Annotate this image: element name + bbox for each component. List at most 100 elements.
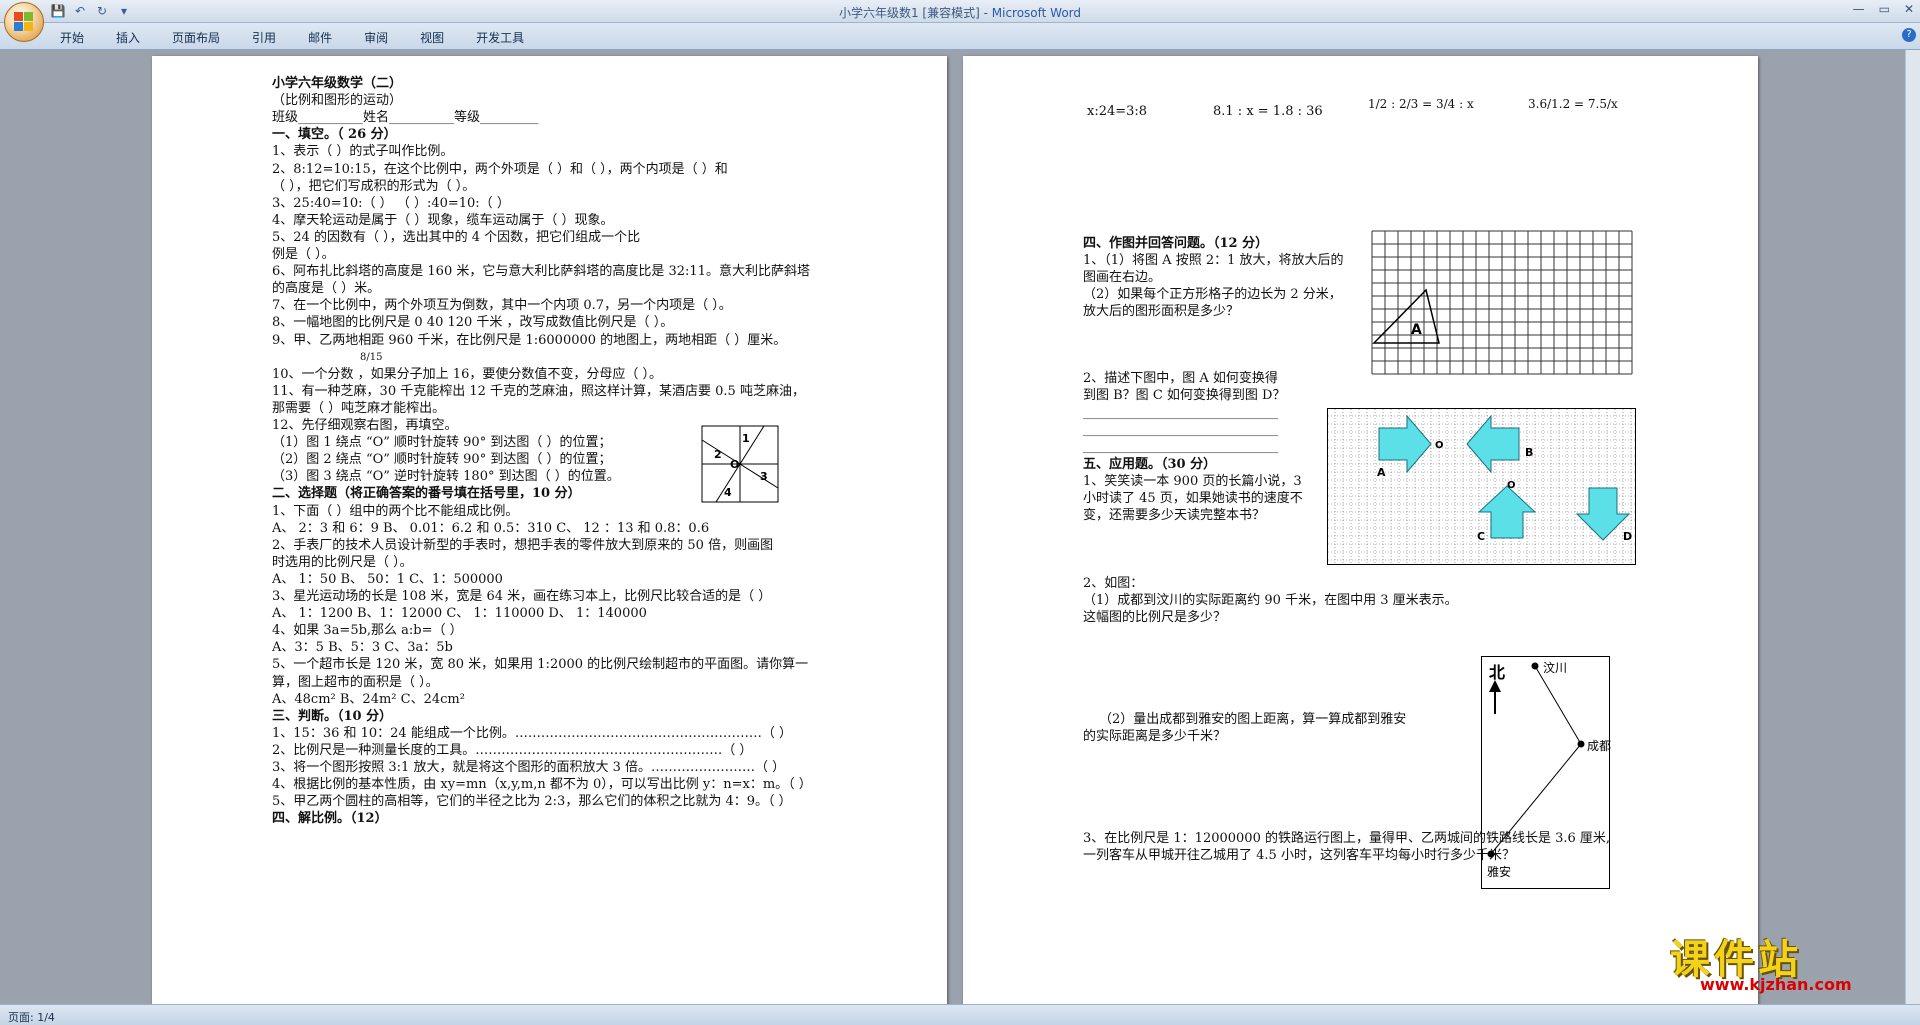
- worksheet-line: 3、25:40=10:（ ） （ ）:40=10:（ ）: [272, 195, 510, 211]
- worksheet-line: ______________________________: [1083, 422, 1278, 437]
- worksheet-line: A、48cm² B、24m² C、24cm²: [272, 691, 465, 707]
- svg-text:汶川: 汶川: [1543, 660, 1567, 675]
- worksheet-line: A、 2：3 和 6：9 B、 0.01：6.2 和 0.5：310 C、 12…: [272, 520, 710, 536]
- worksheet-line: 1、表示（ ）的式子叫作比例。: [272, 144, 454, 160]
- watermark-url: www.kjzhan.com: [1700, 975, 1852, 994]
- worksheet-line: 时选用的比例尺是（ ）。: [272, 554, 413, 570]
- worksheet-line: 四、解比例。（12）: [272, 811, 388, 827]
- worksheet-line: 4、根据比例的基本性质，由 xy=mn（x,y,m,n 都不为 0），可以写出比…: [272, 777, 812, 793]
- worksheet-line: 这幅图的比例尺是多少？: [1083, 610, 1227, 625]
- worksheet-line: 2、手表厂的技术人员设计新型的手表时，想把手表的零件放大到原来的 50 倍，则画…: [272, 537, 774, 553]
- worksheet-line: 2、如图：: [1083, 576, 1144, 591]
- office-button[interactable]: [4, 2, 44, 42]
- svg-text:O: O: [1507, 480, 1516, 491]
- close-button[interactable]: ✕: [1904, 2, 1914, 16]
- worksheet-line: 3、在比例尺是 1：12000000 的铁路运行图上，量得甲、乙两城间的铁路线长…: [1083, 831, 1611, 846]
- arrow-transform-figure: A O B O C D: [1327, 408, 1636, 565]
- svg-text:O: O: [730, 458, 739, 471]
- watermark-logo: 课件站 www.kjzhan.com: [1670, 927, 1898, 997]
- triangle-grid-figure: A: [1371, 230, 1633, 375]
- worksheet-line: 一列客车从甲城开往乙城用了 4.5 小时，这列客车平均每小时行多少千米？: [1083, 848, 1515, 863]
- worksheet-line: 算，图上超市的面积是（ ）。: [272, 674, 439, 690]
- svg-text:C: C: [1477, 530, 1485, 543]
- svg-text:B: B: [1525, 446, 1533, 459]
- worksheet-line: ______________________________: [1083, 405, 1278, 420]
- ribbon-tab-bar: 开始 插入 页面布局 引用 邮件 审阅 视图 开发工具 ?: [0, 23, 1920, 50]
- worksheet-line: 6、阿布扎比斜塔的高度是 160 米，它与意大利比萨斜塔的高度比是 32:11。…: [272, 264, 810, 280]
- worksheet-line: 放大后的图形面积是多少？: [1083, 304, 1240, 319]
- tab-mailings[interactable]: 邮件: [308, 29, 332, 46]
- page-count-status[interactable]: 页面: 1/4: [8, 1009, 55, 1025]
- triangle-label: A: [1411, 322, 1422, 338]
- worksheet-line: 8/15: [360, 351, 383, 363]
- svg-text:2: 2: [714, 448, 722, 461]
- window-title: 小学六年级数1 [兼容模式] - Microsoft Word: [838, 6, 1082, 20]
- svg-text:成都: 成都: [1587, 739, 1611, 753]
- worksheet-line: 的实际距离是多少千米？: [1083, 729, 1227, 744]
- worksheet-line: 二、选择题（将正确答案的番号填在括号里，10 分）: [272, 486, 581, 502]
- svg-text:3: 3: [760, 470, 768, 483]
- tab-home[interactable]: 开始: [60, 29, 84, 46]
- svg-text:D: D: [1623, 530, 1632, 543]
- tab-view[interactable]: 视图: [420, 29, 444, 46]
- document-area: 小学六年级数学（二） （比例和图形的运动） 班级__________姓名______…: [0, 50, 1906, 1005]
- equation-2: 8.1 : x = 1.8 : 36: [1213, 104, 1323, 119]
- equation-3: 1/2 : 2/3 = 3/4 : x: [1368, 97, 1474, 111]
- tab-developer[interactable]: 开发工具: [476, 29, 524, 46]
- worksheet-line: 五、应用题。（30 分）: [1083, 457, 1217, 472]
- pinwheel-figure: 1 2 3 4 O: [701, 425, 779, 503]
- office-logo-icon: [14, 12, 34, 32]
- worksheet-line: （2）如果每个正方形格子的边长为 2 分米，: [1083, 287, 1342, 302]
- svg-text:雅安: 雅安: [1487, 864, 1511, 879]
- worksheet-line: 11、有一种芝麻，30 千克能榨出 12 千克的芝麻油，照这样计算，某酒店要 0…: [272, 383, 805, 399]
- worksheet-line: 5、一个超市长是 120 米，宽 80 米，如果用 1:2000 的比例尺绘制超…: [272, 657, 809, 673]
- worksheet-line: 7、在一个比例中，两个外项互为倒数，其中一个内项 0.7，另一个内项是（ ）。: [272, 298, 732, 314]
- worksheet-line: （1）图 1 绕点 “O” 顺时针旋转 90° 到达图（ ）的位置；: [272, 435, 612, 451]
- worksheet-line: 3、星光运动场的长是 108 米，宽是 64 米，画在练习本上，比例尺比较合适的…: [272, 589, 772, 604]
- svg-text:4: 4: [724, 486, 732, 499]
- worksheet-line: 1、下面（ ）组中的两个比不能组成比例。: [272, 503, 519, 519]
- worksheet-line: 4、摩天轮运动是属于（ ）现象，缆车运动属于（ ）现象。: [272, 212, 614, 228]
- worksheet-line: 12、先仔细观察右图，再填空。: [272, 418, 458, 433]
- svg-text:O: O: [1435, 440, 1444, 451]
- worksheet-line: 一、填空。（ 26 分）: [272, 127, 397, 143]
- worksheet-line: （3）图 3 绕点 “O” 逆时针旋转 180° 到达图（ ）的位置。: [272, 469, 620, 485]
- minimize-button[interactable]: —: [1853, 2, 1865, 16]
- worksheet-line: 到图 B？图 C 如何变换得到图 D？: [1083, 388, 1286, 403]
- tab-review[interactable]: 审阅: [364, 29, 388, 46]
- worksheet-line: 小学六年级数学（二）: [272, 76, 403, 91]
- maximize-button[interactable]: ▭: [1879, 2, 1890, 16]
- tab-references[interactable]: 引用: [252, 29, 276, 46]
- worksheet-line: 小时读了 45 页，如果她读书的速度不: [1083, 491, 1303, 506]
- svg-text:A: A: [1377, 466, 1386, 479]
- worksheet-line: 变，还需要多少天读完整本书？: [1083, 508, 1266, 523]
- tab-insert[interactable]: 插入: [116, 29, 140, 46]
- help-icon[interactable]: ?: [1902, 28, 1916, 42]
- worksheet-line: 3、将一个图形按照 3:1 放大，就是将这个图形的面积放大 3 倍。…………………: [272, 760, 786, 775]
- svg-text:北: 北: [1489, 663, 1505, 682]
- worksheet-line: 1、15：36 和 10：24 能组成一个比例。……………………………………………: [272, 725, 792, 741]
- equation-1: x:24=3:8: [1087, 104, 1148, 119]
- worksheet-line: 8、一幅地图的比例尺是 0 40 120 千米 ，改写成数值比例尺是（ ）。: [272, 315, 674, 331]
- worksheet-line: 班级__________姓名__________等级_________: [272, 110, 539, 126]
- worksheet-line: A、 1：50 B、 50：1 C、1：500000: [272, 571, 503, 587]
- worksheet-line: （2）量出成都到雅安的图上距离，算一算成都到雅安: [1099, 712, 1407, 727]
- worksheet-line: 5、甲乙两个圆柱的高相等，它们的半径之比为 2:3，那么它们的体积之比就为 4：…: [272, 794, 792, 810]
- worksheet-line: （比例和图形的运动）: [272, 93, 403, 109]
- worksheet-line: 5、24 的因数有（ ），选出其中的 4 个因数，把它们组成一个比: [272, 229, 641, 245]
- page-2: x:24=3:8 8.1 : x = 1.8 : 36 1/2 : 2/3 = …: [963, 56, 1758, 1005]
- worksheet-line: 的高度是（ ）米。: [272, 281, 381, 297]
- worksheet-line: （ ），把它们写成积的形式为（ ）。: [272, 178, 476, 194]
- worksheet-line: 例是（ ）。: [272, 247, 335, 262]
- vertical-scrollbar[interactable]: [1905, 50, 1920, 1005]
- worksheet-line: 2、8:12=10:15，在这个比例中，两个外项是（ ）和（ ），两个内项是（ …: [272, 161, 728, 177]
- worksheet-line: 三、判断。（10 分）: [272, 708, 393, 724]
- status-bar: 页面: 1/4: [0, 1004, 1920, 1025]
- equation-4: 3.6/1.2 = 7.5/x: [1528, 97, 1618, 111]
- worksheet-line: 2、比例尺是一种测量长度的工具。…………………………………………………（ ）: [272, 742, 753, 758]
- page-1: 小学六年级数学（二） （比例和图形的运动） 班级__________姓名______…: [152, 56, 947, 1005]
- worksheet-line: ______________________________: [1083, 439, 1278, 454]
- worksheet-line: A、 1：1200 B、1：12000 C、 1：110000 D、 1：140…: [272, 606, 647, 622]
- tab-page-layout[interactable]: 页面布局: [172, 29, 220, 46]
- worksheet-line: 1、笑笑读一本 900 页的长篇小说，3: [1083, 474, 1302, 489]
